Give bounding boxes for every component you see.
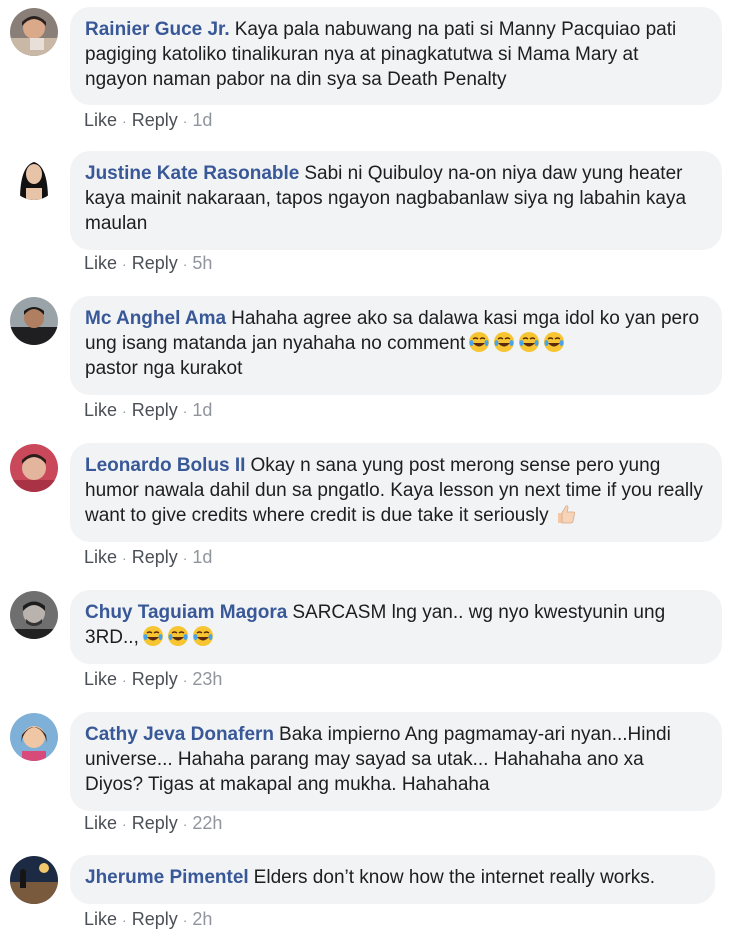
laughing-crying-emoji (139, 626, 164, 648)
laughing-crying-emoji (490, 332, 515, 354)
laughing-crying-emoji (540, 332, 565, 354)
comment-timestamp[interactable]: 23h (192, 669, 222, 689)
avatar[interactable] (10, 152, 58, 200)
comment-actions: Like · Reply · 1d (84, 547, 212, 568)
comment-bubble: Justine Kate Rasonable Sabi ni Quibuloy n… (70, 151, 722, 250)
laughing-crying-emoji (515, 332, 540, 354)
comment-text: Elders don’t know how the internet reall… (253, 867, 655, 888)
separator-dot: · (182, 550, 188, 566)
separator-dot: · (122, 403, 127, 419)
separator-dot: · (122, 113, 127, 129)
comment-author-link[interactable]: Chuy Taguiam Magora (85, 602, 287, 623)
comment-bubble: Jherume Pimentel Elders don’t know how th… (70, 855, 715, 904)
comment-bubble: Chuy Taguiam Magora SARCASM lng yan.. wg … (70, 590, 722, 664)
avatar[interactable] (10, 856, 58, 904)
laughing-crying-emoji (189, 626, 214, 648)
avatar[interactable] (10, 444, 58, 492)
like-link[interactable]: Like (84, 669, 117, 689)
separator-dot: · (182, 113, 188, 129)
comment-text-continued: pastor nga kurakot (85, 358, 243, 379)
separator-dot: · (182, 256, 188, 272)
comment-author-link[interactable]: Cathy Jeva Donafern (85, 724, 274, 745)
comment-timestamp[interactable]: 1d (192, 547, 212, 567)
comment-author-link[interactable]: Rainier Guce Jr. (85, 19, 230, 40)
comment-actions: Like · Reply · 2h (84, 909, 212, 930)
comment-author-link[interactable]: Leonardo Bolus II (85, 455, 245, 476)
comment-author-link[interactable]: Mc Anghel Ama (85, 308, 226, 329)
reply-link[interactable]: Reply (132, 813, 178, 833)
avatar[interactable] (10, 591, 58, 639)
separator-dot: · (182, 672, 188, 688)
laughing-crying-emoji (164, 626, 189, 648)
separator-dot: · (122, 912, 127, 928)
comment-bubble: Rainier Guce Jr. Kaya pala nabuwang na pa… (70, 7, 722, 105)
thumbs-up-emoji (555, 503, 577, 532)
like-link[interactable]: Like (84, 110, 117, 130)
laughing-crying-emoji (465, 332, 490, 354)
reply-link[interactable]: Reply (132, 669, 178, 689)
comment-actions: Like · Reply · 1d (84, 400, 212, 421)
comment-author-link[interactable]: Jherume Pimentel (85, 867, 249, 888)
comment-timestamp[interactable]: 1d (192, 110, 212, 130)
like-link[interactable]: Like (84, 909, 117, 929)
comment-author-link[interactable]: Justine Kate Rasonable (85, 163, 299, 184)
like-link[interactable]: Like (84, 813, 117, 833)
comment-timestamp[interactable]: 5h (192, 253, 212, 273)
comment-bubble: Cathy Jeva Donafern Baka impierno Ang pag… (70, 712, 722, 811)
separator-dot: · (122, 550, 127, 566)
avatar[interactable] (10, 8, 58, 56)
comment-timestamp[interactable]: 2h (192, 909, 212, 929)
separator-dot: · (182, 403, 188, 419)
separator-dot: · (122, 672, 127, 688)
like-link[interactable]: Like (84, 400, 117, 420)
separator-dot: · (122, 256, 127, 272)
reply-link[interactable]: Reply (132, 547, 178, 567)
comment-actions: Like · Reply · 5h (84, 253, 212, 274)
reply-link[interactable]: Reply (132, 400, 178, 420)
separator-dot: · (122, 816, 127, 832)
comment-timestamp[interactable]: 1d (192, 400, 212, 420)
like-link[interactable]: Like (84, 253, 117, 273)
comment-bubble: Leonardo Bolus II Okay n sana yung post m… (70, 443, 722, 542)
comment-actions: Like · Reply · 23h (84, 669, 222, 690)
reply-link[interactable]: Reply (132, 909, 178, 929)
avatar[interactable] (10, 297, 58, 345)
reply-link[interactable]: Reply (132, 110, 178, 130)
comment-timestamp[interactable]: 22h (192, 813, 222, 833)
comment-bubble: Mc Anghel Ama Hahaha agree ako sa dalawa … (70, 296, 722, 395)
separator-dot: · (182, 816, 188, 832)
comment-actions: Like · Reply · 22h (84, 813, 222, 834)
like-link[interactable]: Like (84, 547, 117, 567)
avatar[interactable] (10, 713, 58, 761)
separator-dot: · (182, 912, 188, 928)
comment-actions: Like · Reply · 1d (84, 110, 212, 131)
reply-link[interactable]: Reply (132, 253, 178, 273)
